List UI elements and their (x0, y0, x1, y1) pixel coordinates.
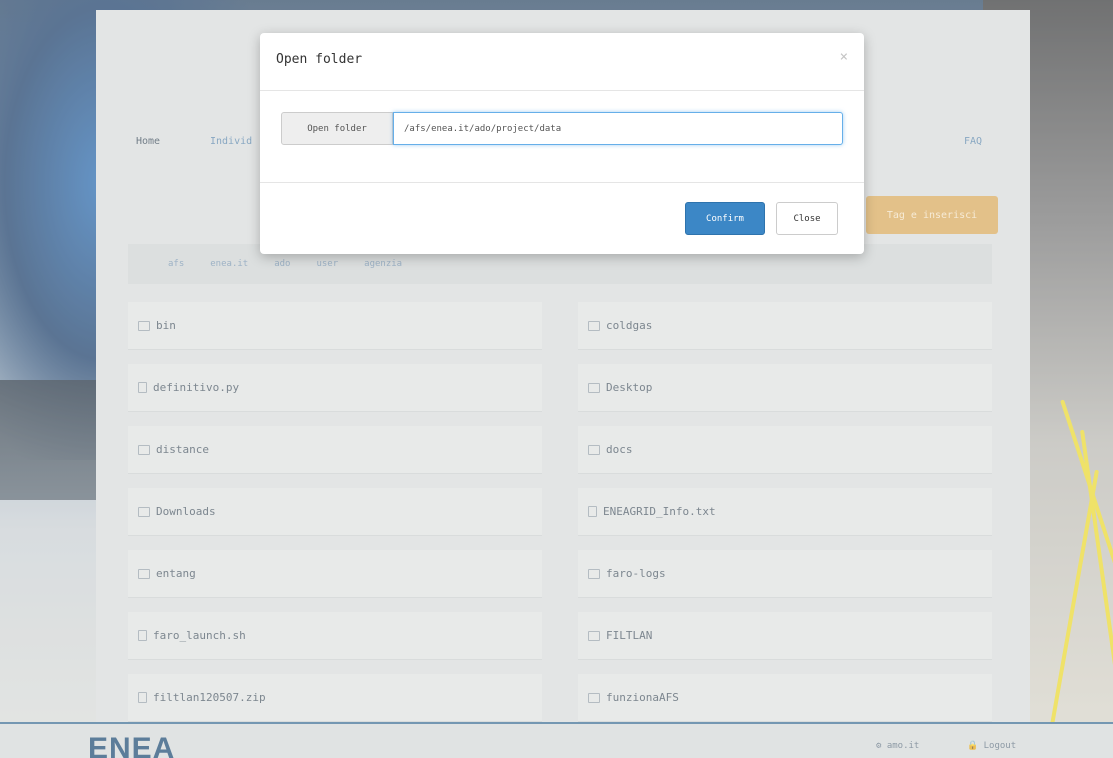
dialog-footer: Confirm Close (260, 182, 864, 254)
confirm-button[interactable]: Confirm (685, 202, 765, 235)
folder-field-label: Open folder (281, 112, 393, 145)
dialog-title: Open folder (276, 52, 363, 67)
close-icon[interactable]: × (840, 49, 848, 65)
open-folder-dialog: Open folder × Open folder Confirm Close (260, 33, 864, 254)
folder-path-input[interactable] (393, 112, 843, 145)
dialog-header: Open folder × (260, 33, 864, 91)
close-button[interactable]: Close (776, 202, 838, 235)
